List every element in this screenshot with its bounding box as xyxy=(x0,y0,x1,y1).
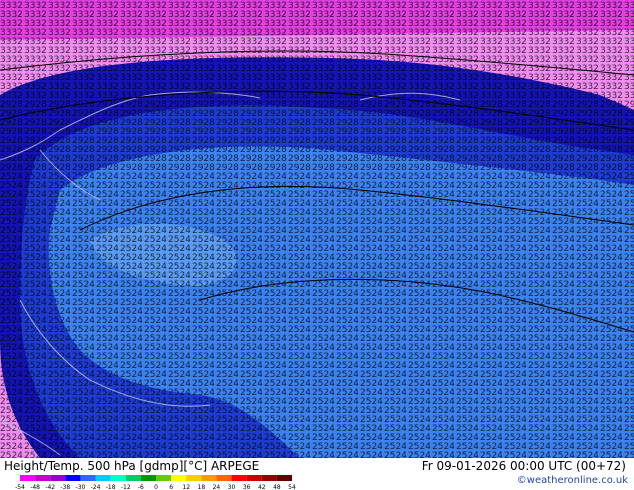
color-scale-swatch xyxy=(140,475,156,481)
weather-map: 2524 3332 2928 xyxy=(0,0,634,458)
color-scale-tick-label: -48 xyxy=(30,484,40,490)
color-scale-swatch xyxy=(95,475,111,481)
color-scale-swatch xyxy=(20,475,36,481)
color-scale-tick-label: 54 xyxy=(288,484,296,490)
color-scale-tick-label: -6 xyxy=(138,484,144,490)
color-scale-tick-label: -54 xyxy=(15,484,25,490)
color-scale-tick-label: 48 xyxy=(273,484,281,490)
color-scale-tick-label: 42 xyxy=(258,484,266,490)
color-scale-tick-label: 30 xyxy=(228,484,236,490)
color-scale-tick-label: 0 xyxy=(154,484,158,490)
valid-time: Fr 09-01-2026 00:00 UTC (00+72) xyxy=(421,459,626,473)
color-scale-tick-label: 36 xyxy=(243,484,251,490)
color-scale-swatch xyxy=(201,475,217,481)
color-scale-swatch xyxy=(246,475,262,481)
color-scale-swatch xyxy=(110,475,126,481)
color-scale-tick-label: -38 xyxy=(60,484,70,490)
contour-digits-low xyxy=(0,170,634,458)
color-scale-swatch xyxy=(50,475,66,481)
color-scale-swatch xyxy=(231,475,247,481)
color-scale-tick-label: -42 xyxy=(45,484,55,490)
color-scale-swatch xyxy=(125,475,141,481)
color-scale-tick-label: 6 xyxy=(169,484,173,490)
color-scale-tick-label: -12 xyxy=(121,484,131,490)
color-scale-bar: -54 -48 -42 -38 -30 -24 -18 -12 -6 0 6 12 18 24 30 36 42… xyxy=(15,475,296,490)
map-title: Height/Temp. 500 hPa [gdmp][°C] ARPEGE xyxy=(4,459,260,473)
color-scale-swatch xyxy=(65,475,81,481)
color-scale-tick-label: 12 xyxy=(182,484,190,490)
color-scale-swatch xyxy=(80,475,96,481)
color-scale-swatch xyxy=(216,475,232,481)
color-scale-swatch xyxy=(261,475,277,481)
color-scale-swatch xyxy=(276,475,292,481)
color-scale-swatch xyxy=(171,475,187,481)
color-scale-tick-label: -24 xyxy=(91,484,101,490)
color-scale-tick-label: -30 xyxy=(76,484,86,490)
color-scale-swatch xyxy=(35,475,51,481)
color-scale-tick-label: -18 xyxy=(106,484,116,490)
color-scale-tick-label: 18 xyxy=(198,484,206,490)
color-scale-swatch xyxy=(156,475,172,481)
color-scale-swatch xyxy=(186,475,202,481)
color-scale-tick-label: 24 xyxy=(213,484,221,490)
contour-digits-mid xyxy=(0,100,634,170)
credit-link[interactable]: ©weatheronline.co.uk xyxy=(517,475,628,486)
contour-digits-top xyxy=(0,0,634,100)
